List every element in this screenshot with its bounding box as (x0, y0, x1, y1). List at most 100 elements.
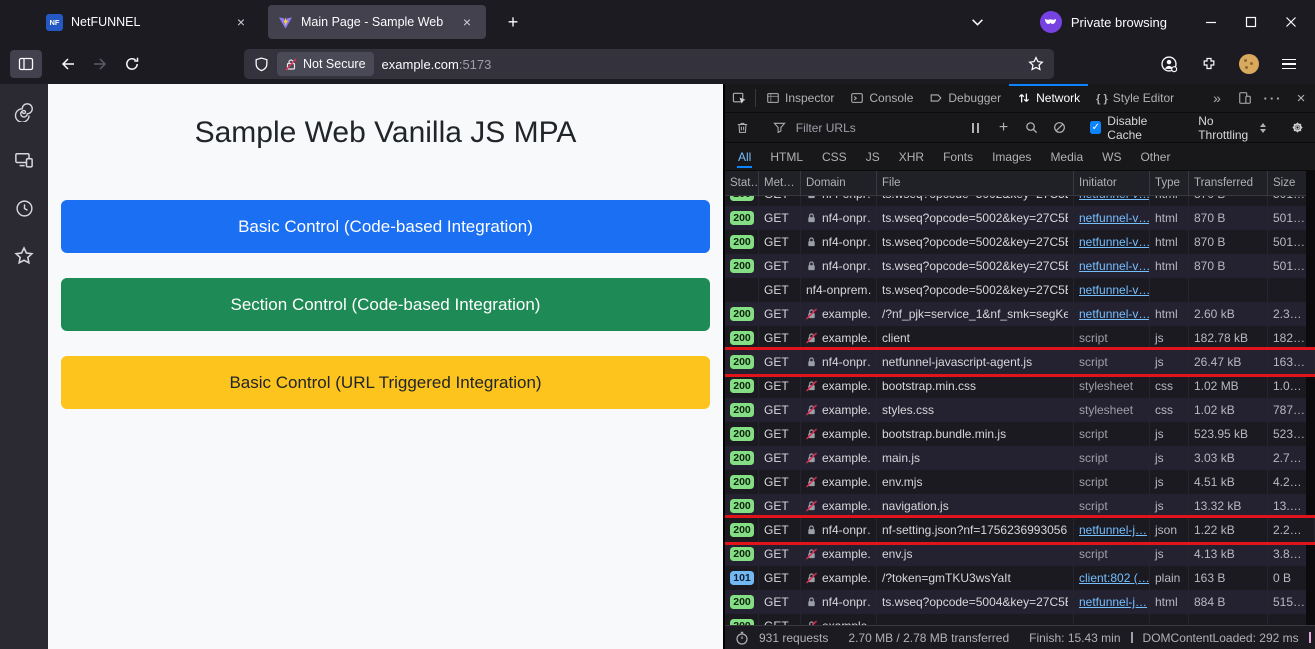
table-header-row[interactable]: Stat… Met… Domain File Initiator Type Transfer… (725, 171, 1315, 196)
network-request-row[interactable]: 200 GETexample.… (725, 614, 1315, 625)
filter-type-ws[interactable]: WS (1101, 146, 1122, 168)
filter-type-xhr[interactable]: XHR (898, 146, 925, 168)
not-secure-chip[interactable]: Not Secure (277, 52, 374, 76)
add-request-button[interactable]: + (992, 119, 1016, 137)
column-header[interactable]: File (877, 171, 1074, 195)
network-request-row[interactable]: 200 GETnf4-onpr…ts.wseq?opcode=5002&key=2… (725, 230, 1315, 254)
throttling-dropdown[interactable]: No Throttling (1192, 114, 1272, 142)
filter-type-images[interactable]: Images (991, 146, 1032, 168)
url-bar[interactable]: Not Secure example.com:5173 (244, 49, 1054, 79)
window-minimize-button[interactable] (1195, 7, 1227, 37)
initiator-cause: script (1079, 355, 1108, 369)
network-request-row[interactable]: 101 GETexample.…/?token=gmTKU3wsYaItclien… (725, 566, 1315, 590)
network-request-row[interactable]: 200 GETexample.…bootstrap.bundle.min.js sc… (725, 422, 1315, 446)
list-all-tabs-chevron-icon[interactable] (971, 18, 984, 27)
network-request-row[interactable]: 200 GETnf4-onpr…ts.wseq?opcode=5002&key=2… (725, 206, 1315, 230)
checkbox-checked-icon: ✓ (1090, 121, 1102, 134)
reload-button[interactable] (116, 50, 148, 78)
menu-hamburger-icon[interactable] (1273, 50, 1305, 78)
browser-tab-netfunnel[interactable]: NF NetFUNNEL × (36, 5, 260, 39)
filter-type-all[interactable]: All (737, 146, 753, 168)
initiator-cell: script (1074, 422, 1150, 446)
pause-recording-button[interactable] (964, 122, 988, 133)
network-request-row-highlighted[interactable]: 200 GETnf4-onpr…nf-setting.json?nf=175623… (725, 515, 1315, 545)
clear-requests-trash-icon[interactable] (731, 121, 755, 134)
initiator-link[interactable]: netfunnel-v… (1079, 278, 1149, 302)
tab-close-icon[interactable]: × (232, 13, 250, 31)
network-request-row[interactable]: 200 GETexample.…bootstrap.min.css styleshe… (725, 374, 1315, 398)
filter-type-other[interactable]: Other (1139, 146, 1171, 168)
profile-avatar[interactable] (1233, 50, 1265, 78)
network-request-row[interactable]: 200 GETexample.…navigation.js script js13.3… (725, 494, 1315, 518)
initiator-cell: script (1074, 470, 1150, 494)
disable-cache-checkbox[interactable]: ✓ Disable Cache (1084, 114, 1179, 142)
back-button[interactable] (52, 50, 84, 78)
extensions-icon[interactable] (1193, 50, 1225, 78)
initiator-link[interactable]: netfunnel-v… (1079, 230, 1149, 254)
network-request-row[interactable]: 200 GETnf4-onpr…ts.wseq?opcode=5002&key=2… (725, 196, 1315, 206)
initiator-link[interactable]: client:802 (… (1079, 566, 1149, 590)
page-action-button-0[interactable]: Basic Control (Code-based Integration) (61, 200, 710, 253)
devtools-tab-network[interactable]: Network (1009, 84, 1088, 112)
responsive-design-mode-button[interactable] (1231, 84, 1259, 112)
network-request-row[interactable]: 200GETexample.…env.mjsscriptjs4.51 kB4.2… (725, 470, 1315, 494)
window-close-button[interactable] (1275, 7, 1307, 37)
filter-urls-input[interactable] (795, 120, 951, 135)
initiator-link[interactable]: netfunnel-j… (1079, 518, 1147, 542)
account-icon[interactable] (1153, 50, 1185, 78)
network-settings-gear-icon[interactable] (1285, 120, 1309, 135)
page-action-button-2[interactable]: Basic Control (URL Triggered Integration… (61, 356, 710, 409)
network-request-row[interactable]: 200 GETnf4-onpr…ts.wseq?opcode=5004&key=2… (725, 590, 1315, 614)
block-requests-icon[interactable] (1047, 121, 1071, 134)
stopwatch-icon[interactable] (735, 631, 749, 645)
browser-tab-main-page[interactable]: Main Page - Sample Web × (268, 5, 486, 39)
window-maximize-button[interactable] (1235, 7, 1267, 37)
network-request-row[interactable]: 200 GETexample.…/?nf_pjk=service_1&nf_smk… (725, 302, 1315, 326)
more-tabs-chevrons-icon[interactable]: » (1203, 84, 1231, 112)
sidebar-toggle-button[interactable] (10, 50, 42, 78)
devtools-tab-style-editor[interactable]: { } Style Editor (1088, 84, 1182, 112)
devtools-tab-console[interactable]: Console (842, 84, 921, 112)
filter-type-fonts[interactable]: Fonts (942, 146, 974, 168)
bookmarks-star-icon[interactable] (10, 242, 38, 270)
column-header[interactable]: Initiator (1074, 171, 1150, 195)
new-tab-button[interactable]: + (500, 9, 526, 35)
tab-close-icon[interactable]: × (458, 13, 476, 31)
network-request-row[interactable]: 200GETexample.…clientscriptjs182.78 kB18… (725, 326, 1315, 350)
synced-tabs-icon[interactable] (10, 146, 38, 174)
network-request-row-highlighted[interactable]: 200 GETnf4-onpr…netfunnel-javascript-agen… (725, 347, 1315, 377)
network-request-row[interactable]: 200GETexample.…env.jsscriptjs4.13 kB3.8… (725, 542, 1315, 566)
devtools-close-button[interactable]: × (1287, 84, 1315, 112)
initiator-link[interactable]: netfunnel-j… (1079, 590, 1147, 614)
devtools-tab-debugger[interactable]: Debugger (921, 84, 1009, 112)
filter-type-html[interactable]: HTML (769, 146, 804, 168)
initiator-link[interactable]: netfunnel-v… (1079, 302, 1149, 326)
devtools-tab-inspector[interactable]: Inspector (758, 84, 842, 112)
network-request-row[interactable]: 200 GETexample.…styles.css stylesheet css1.… (725, 398, 1315, 422)
filter-type-js[interactable]: JS (865, 146, 881, 168)
table-scrollbar-track[interactable] (1306, 171, 1315, 625)
forward-button[interactable] (84, 50, 116, 78)
column-header[interactable]: Transferred (1189, 171, 1268, 195)
ai-chatbot-icon[interactable] (10, 98, 38, 126)
initiator-link[interactable]: netfunnel-v… (1079, 254, 1149, 278)
network-request-row[interactable]: 200GETexample.…main.jsscriptjs3.03 kB2.7… (725, 446, 1315, 470)
shield-icon[interactable] (254, 56, 269, 72)
column-header[interactable]: Stat… (725, 171, 759, 195)
transferred-cell: 870 B (1189, 254, 1268, 278)
filter-type-media[interactable]: Media (1049, 146, 1084, 168)
bookmark-star-icon[interactable] (1028, 56, 1044, 72)
column-header[interactable]: Met… (759, 171, 801, 195)
filter-type-css[interactable]: CSS (821, 146, 848, 168)
pick-element-button[interactable] (725, 84, 753, 112)
search-icon[interactable] (1020, 121, 1044, 134)
column-header[interactable]: Type (1150, 171, 1189, 195)
initiator-link[interactable]: netfunnel-v… (1079, 196, 1149, 206)
initiator-link[interactable]: netfunnel-v… (1079, 206, 1149, 230)
history-clock-icon[interactable] (10, 194, 38, 222)
network-request-row[interactable]: GETnf4-onprem…ts.wseq?opcode=5002&key=27… (725, 278, 1315, 302)
devtools-menu-button[interactable]: ··· (1259, 84, 1287, 112)
network-request-row[interactable]: 200 GETnf4-onpr…ts.wseq?opcode=5002&key=2… (725, 254, 1315, 278)
column-header[interactable]: Domain (801, 171, 877, 195)
page-action-button-1[interactable]: Section Control (Code-based Integration) (61, 278, 710, 331)
